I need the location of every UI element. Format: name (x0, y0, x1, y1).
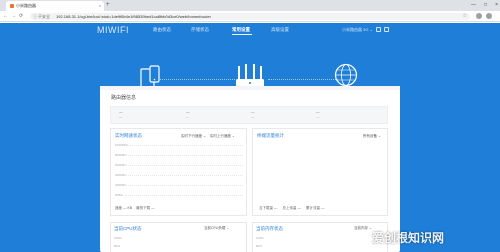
hardware-col: — — (119, 110, 123, 120)
nav-storage-status[interactable]: 存储状态 (191, 27, 209, 33)
extension-icon[interactable] (476, 13, 482, 19)
device-filter-select[interactable]: 所有设备 ⌄ (363, 134, 381, 139)
url-text[interactable]: 192.168.31.1/cgi-bin/luci/;stok=1de9f6b4… (56, 14, 211, 19)
cpu-axis-label: 80% (114, 244, 121, 248)
realtime-controls: 实时下行速度 ⌄ 实时上行速度 ⌄ (181, 134, 235, 139)
browser-toolbar: ← → ⟳ ⓘ 不安全 192.168.31.1/cgi-bin/luci/;s… (0, 11, 500, 22)
nav-advanced-settings[interactable]: 高级设置 (271, 27, 289, 33)
hardware-label: — (186, 115, 190, 119)
traffic-controls: 所有设备 ⌄ (363, 134, 381, 139)
hardware-col: — — (186, 110, 190, 120)
watermark-text: 爱创根知识网 (372, 231, 445, 245)
memory-axis-label: 80% (256, 244, 263, 248)
memory-axis-label: 100% (256, 236, 264, 240)
minimize-icon[interactable]: — (471, 1, 476, 9)
download-total-stat: 当下载量 — (259, 206, 278, 210)
hardware-col: — — (251, 110, 255, 120)
globe-icon[interactable] (334, 63, 358, 87)
tab-title: 小米路由器 (16, 3, 36, 8)
hardware-label: — (119, 115, 123, 119)
bookmark-star-icon[interactable]: ☆ (463, 13, 467, 20)
hardware-title: 路由器信息 (111, 95, 137, 101)
download-icon[interactable] (384, 27, 389, 32)
info-icon[interactable]: ⓘ (33, 14, 37, 19)
nav-common-settings[interactable]: 常用设置 (232, 27, 250, 33)
insecure-label: 不安全 (38, 14, 50, 19)
browser-tabstrip: 小米路由器 × + — □ × (0, 0, 500, 11)
realtime-speed-card: 实时网速状态 实时下行速度 ⌄ 实时上行速度 ⌄ 1000KB/s 800KB/… (110, 128, 247, 216)
reload-icon[interactable]: ⟳ (19, 12, 23, 21)
traffic-footer: 当下载量 — 总上传量 — 累计流量 — (259, 206, 324, 211)
grid-line (125, 165, 243, 166)
active-nav-indicator (232, 34, 252, 35)
hardware-info-box: — — — — — — — — (110, 106, 388, 124)
grid-line (125, 175, 243, 176)
grid-line (125, 185, 243, 186)
memory-title: 当前内存状态 (256, 226, 283, 231)
realtime-title: 实时网速状态 (115, 133, 142, 138)
cpu-title: 当前CPU状态 (114, 226, 142, 231)
back-icon[interactable]: ← (3, 12, 8, 21)
grid-line (125, 155, 243, 156)
upload-total-stat: 总上传量 — (282, 206, 301, 210)
grid-line (125, 145, 243, 146)
grid-line (125, 195, 243, 196)
mi-favicon-icon (10, 4, 14, 8)
cpu-load-select[interactable]: 当前CPU负载 ⌄ (204, 226, 229, 231)
cpu-axis-label: 100% (114, 236, 122, 240)
nav-router-status[interactable]: 路由状态 (153, 27, 171, 33)
memory-select[interactable]: 当前内存 ⌄ (354, 226, 372, 231)
hardware-label: — (316, 115, 320, 119)
header-icons (376, 27, 389, 32)
cumulative-stat: 累计流量 — (305, 206, 325, 210)
new-tab-button[interactable]: + (106, 2, 110, 9)
panel-top-strip (100, 86, 400, 90)
download-speed-select[interactable]: 实时下行速度 ⌄ (181, 134, 206, 139)
address-bar[interactable]: ⓘ 不安全 192.168.31.1/cgi-bin/luci/;stok=1d… (30, 13, 470, 20)
realtime-footer: 速度 — KB 最快下载 — (115, 206, 155, 211)
close-window-icon[interactable]: × (495, 1, 498, 9)
traffic-title: 终端流量统计 (257, 133, 284, 138)
user-menu[interactable]: 小米路由器 3G ⌄ (342, 27, 373, 33)
brand-logo[interactable]: MIWIFI (97, 25, 129, 36)
tab-close-icon[interactable]: × (99, 3, 101, 9)
upload-speed-select[interactable]: 实时上行速度 ⌄ (210, 134, 235, 139)
speed-stat: 速度 — KB (115, 206, 133, 210)
max-download-stat: 最快下载 — (136, 206, 155, 210)
hardware-col: — — (316, 110, 320, 120)
y-axis-label: 0KB/s (115, 193, 124, 197)
connection-line-devices (157, 79, 235, 80)
browser-tab[interactable]: 小米路由器 × (6, 1, 104, 11)
connection-line-internet (268, 79, 338, 80)
forward-icon[interactable]: → (11, 12, 16, 21)
message-icon[interactable] (376, 27, 381, 32)
traffic-stats-card: 终端流量统计 所有设备 ⌄ 当下载量 — 总上传量 — 累计流量 — (252, 128, 388, 216)
window-controls: — □ × (471, 1, 498, 9)
hardware-label: — (251, 115, 255, 119)
maximize-icon[interactable]: □ (484, 1, 487, 9)
profile-icon[interactable] (486, 13, 492, 19)
